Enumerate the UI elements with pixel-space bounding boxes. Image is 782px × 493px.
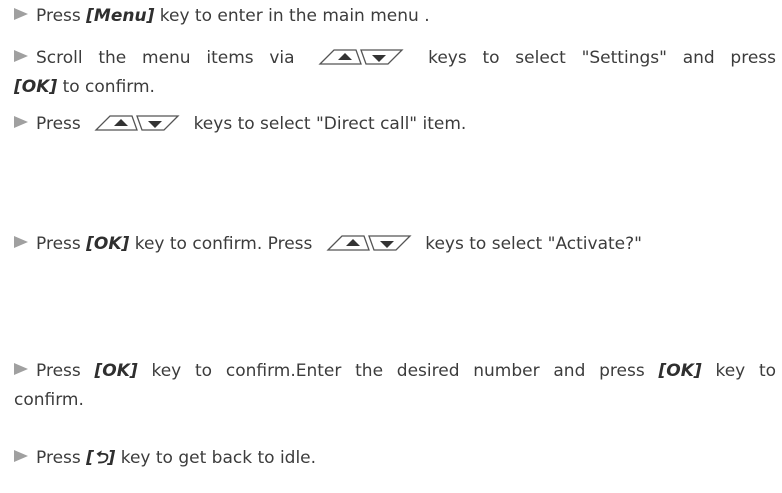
step-5-line1-post: key to — [715, 361, 777, 381]
step-2-tail: to confirm. — [62, 77, 155, 97]
step-4-pre: Press — [36, 234, 81, 254]
ok-key-label: [OK] — [14, 77, 58, 97]
step-4-mid: key to confirm. Press — [134, 234, 313, 254]
step-4-post: keys to select "Activate?" — [425, 234, 642, 254]
step-1-pre: Press — [36, 6, 81, 26]
step-2-line-2: [OK] to confirm. — [14, 73, 776, 102]
bullet-arrow-icon — [14, 450, 28, 462]
step-4: Press [OK] key to confirm. Press keys to… — [14, 230, 776, 259]
step-5-mid: key to confirm.Enter the desired number … — [151, 361, 645, 381]
step-5-line2: confirm. — [14, 390, 84, 410]
step-6: Press [⮌] key to get back to idle. — [14, 444, 776, 473]
up-down-keys-icon — [92, 112, 182, 134]
up-down-keys-icon — [316, 46, 406, 68]
back-key-label: [⮌] — [86, 448, 116, 468]
step-3-pre: Press — [36, 114, 81, 134]
menu-key-label: [Menu] — [86, 6, 155, 26]
ok-key-label: [OK] — [94, 361, 138, 381]
bullet-arrow-icon — [14, 116, 28, 128]
bullet-arrow-icon — [14, 236, 28, 248]
step-2-post: keys to select "Settings" and press — [428, 48, 777, 68]
bullet-arrow-icon — [14, 50, 28, 62]
up-down-keys-icon — [324, 232, 414, 254]
step-1: Press [Menu] key to enter in the main me… — [14, 2, 776, 31]
step-2-pre: Scroll the menu items via — [36, 48, 295, 68]
step-2-line-1: Scroll the menu items via keys to select… — [14, 44, 776, 73]
ok-key-label: [OK] — [86, 234, 130, 254]
step-6-pre: Press — [36, 448, 81, 468]
step-3: Press keys to select "Direct call" item. — [14, 110, 776, 139]
bullet-arrow-icon — [14, 8, 28, 20]
step-3-post: keys to select "Direct call" item. — [193, 114, 467, 134]
step-1-post: key to enter in the main menu . — [159, 6, 430, 26]
bullet-arrow-icon — [14, 363, 28, 375]
step-5-line-2: confirm. — [14, 386, 776, 415]
step-5-pre: Press — [36, 361, 81, 381]
ok-key-label-2: [OK] — [658, 361, 702, 381]
step-6-post: key to get back to idle. — [120, 448, 317, 468]
step-5-line-1: Press [OK] key to confirm.Enter the desi… — [14, 357, 776, 386]
